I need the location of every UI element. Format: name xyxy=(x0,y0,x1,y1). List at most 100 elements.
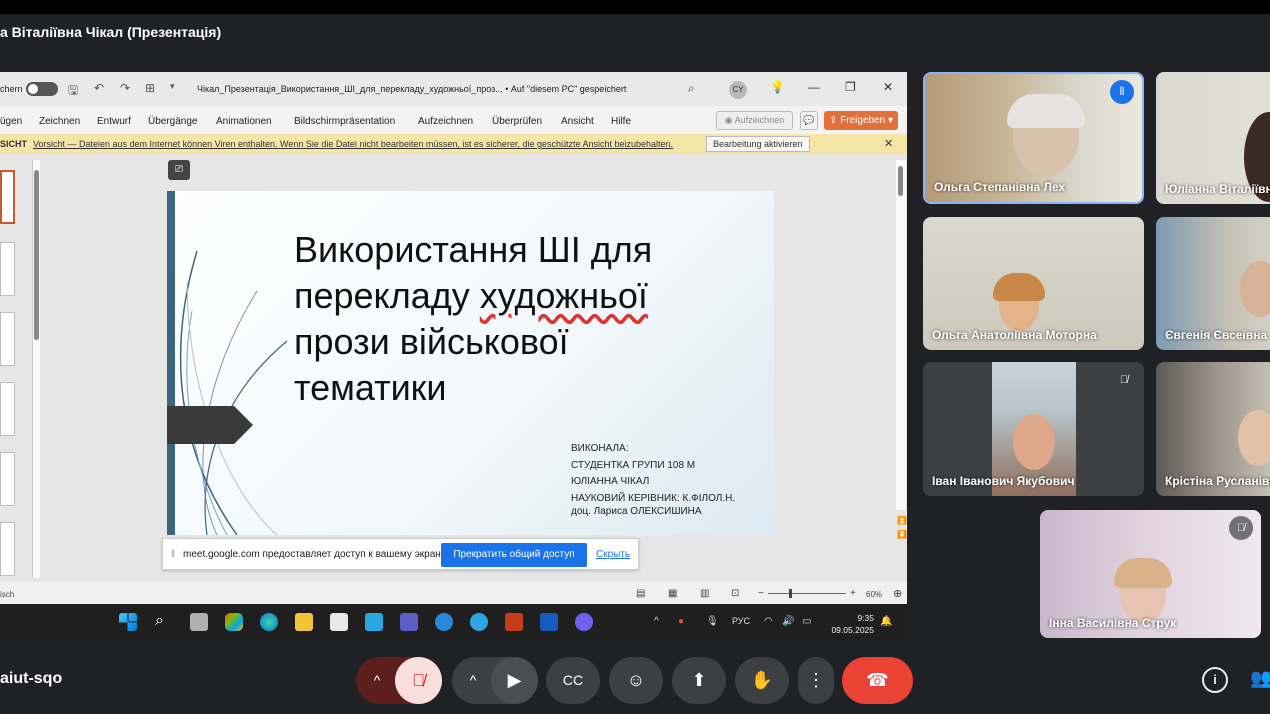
restore-icon[interactable]: ❐ xyxy=(845,80,856,94)
presenter-title: а Віталіївна Чікал (Презентація) xyxy=(0,24,222,40)
participant-tile[interactable]: Євгенія Євсеївна xyxy=(1156,217,1270,350)
windows-start-icon[interactable] xyxy=(119,613,137,631)
tab-help[interactable]: Hilfe xyxy=(611,116,631,127)
close-warning-icon[interactable]: ✕ xyxy=(884,137,893,150)
camera-options-chevron-icon[interactable]: ^ xyxy=(452,657,494,704)
camera-button[interactable]: ▶ xyxy=(491,657,538,704)
edge-icon[interactable] xyxy=(260,613,278,631)
search-icon[interactable]: ⌕ xyxy=(688,81,695,96)
word-icon[interactable] xyxy=(540,613,558,631)
undo-icon[interactable]: ↶ xyxy=(94,81,104,95)
collapse-icon[interactable]: ⎚ xyxy=(168,160,190,180)
slide-scrollbar[interactable] xyxy=(896,160,906,510)
slide-thumbnail[interactable] xyxy=(0,452,15,506)
wifi-icon[interactable]: ◠ xyxy=(764,616,773,627)
captions-button[interactable]: CC xyxy=(546,657,600,704)
keyboard-language[interactable]: РУС xyxy=(732,616,750,626)
powerpoint-icon[interactable] xyxy=(505,613,523,631)
prev-slide-icon[interactable]: ⏫ xyxy=(897,516,907,525)
slide-canvas[interactable]: Використання ШІ для перекладу художньої … xyxy=(167,191,774,535)
mic-options-chevron-icon[interactable]: ^ xyxy=(356,657,398,704)
hide-notice-link[interactable]: Скрыть xyxy=(596,549,630,560)
save-icon[interactable]: 🖫 xyxy=(68,81,78,102)
viber-icon[interactable] xyxy=(575,613,593,631)
slideshow-view-icon[interactable]: ⊡ xyxy=(731,588,739,599)
app-icon[interactable] xyxy=(365,613,383,631)
participant-tile[interactable]: Юліанна Віталіївна xyxy=(1156,72,1270,204)
warning-label: SICHT xyxy=(0,139,27,149)
slide-sorter-icon[interactable]: ▦ xyxy=(668,588,677,599)
enable-editing-button[interactable]: Bearbeitung aktivieren xyxy=(706,136,810,152)
stop-sharing-button[interactable]: Прекратить общий доступ xyxy=(441,543,587,567)
clock[interactable]: 9:35 09.05.2025 xyxy=(826,612,874,636)
customize-icon[interactable]: ▾ xyxy=(170,81,175,92)
drag-handle-icon[interactable]: ‖ xyxy=(171,549,175,560)
search-icon[interactable]: ⌕ xyxy=(155,612,164,630)
tab-animations[interactable]: Animationen xyxy=(216,116,272,127)
people-icon[interactable]: 👥 xyxy=(1250,668,1270,689)
telegram-icon[interactable] xyxy=(470,613,488,631)
thumbnail-scrollbar[interactable] xyxy=(32,160,40,578)
tab-view[interactable]: Ansicht xyxy=(561,116,594,127)
tab-review[interactable]: Überprüfen xyxy=(492,116,542,127)
store-icon[interactable] xyxy=(330,613,348,631)
present-icon[interactable]: ⊞ xyxy=(145,81,155,95)
meeting-info-button[interactable]: i xyxy=(1202,667,1228,693)
fit-slide-icon[interactable]: ⊕ xyxy=(893,587,902,600)
zoom-out-icon[interactable]: − xyxy=(758,588,764,599)
copilot-icon[interactable] xyxy=(225,613,243,631)
slide-thumbnail[interactable] xyxy=(0,242,15,296)
microphone-icon[interactable]: 🎙 xyxy=(706,616,719,627)
redo-icon[interactable]: ↷ xyxy=(120,81,130,95)
volume-icon[interactable]: 🔊 xyxy=(782,616,794,627)
autosave-toggle[interactable] xyxy=(26,82,58,96)
slide-thumbnail[interactable] xyxy=(0,522,15,576)
reading-view-icon[interactable]: ▥ xyxy=(700,588,709,599)
normal-view-icon[interactable]: ▤ xyxy=(636,588,645,599)
mic-off-icon: 🎙̸ xyxy=(1229,516,1253,540)
slide-thumbnail[interactable] xyxy=(0,170,15,224)
tab-record[interactable]: Aufzeichnen xyxy=(418,116,473,127)
next-slide-icon[interactable]: ⏬ xyxy=(897,530,907,539)
zoom-in-icon[interactable]: + xyxy=(850,588,856,599)
zoom-slider[interactable] xyxy=(768,593,846,594)
user-avatar[interactable]: CY xyxy=(729,81,747,99)
file-explorer-icon[interactable] xyxy=(295,613,313,631)
participant-tile[interactable]: Крістіна Русланівна xyxy=(1156,362,1270,496)
record-button[interactable]: ◉ Aufzeichnen xyxy=(716,111,793,130)
minimize-icon[interactable]: — xyxy=(808,80,820,94)
participant-tile[interactable]: Ольга Анатоліївна Моторна xyxy=(923,217,1144,350)
tab-insert[interactable]: ügen xyxy=(0,116,22,127)
participant-tile[interactable]: ⦀ Ольга Степанівна Лех xyxy=(923,72,1144,204)
emoji-button[interactable]: ☺ xyxy=(609,657,663,704)
notifications-icon[interactable]: 🔔 xyxy=(880,616,892,627)
participant-tile[interactable]: 🎙̸ Іван Іванович Якубович xyxy=(923,362,1144,496)
present-screen-button[interactable]: ⬆ xyxy=(672,657,726,704)
tab-draw[interactable]: Zeichnen xyxy=(39,116,80,127)
chevron-up-icon[interactable]: ^ xyxy=(654,616,659,627)
raise-hand-button[interactable]: ✋ xyxy=(735,657,789,704)
battery-icon[interactable]: ▭ xyxy=(802,616,811,627)
tab-transitions[interactable]: Übergänge xyxy=(148,116,197,127)
comment-icon[interactable]: 💬 xyxy=(800,111,818,130)
slide-thumbnail[interactable] xyxy=(0,312,15,366)
share-button[interactable]: ⇪ Freigeben ▾ xyxy=(824,111,898,130)
app-icon[interactable] xyxy=(435,613,453,631)
participant-tile-self[interactable]: 🎙̸ Інна Василівна Струк xyxy=(1040,510,1261,638)
warning-text[interactable]: Vorsicht — Dateien aus dem Internet könn… xyxy=(33,139,673,149)
record-button-label: Aufzeichnen xyxy=(734,115,785,125)
teams-icon[interactable] xyxy=(400,613,418,631)
tab-slideshow[interactable]: Bildschirmpräsentation xyxy=(294,116,395,127)
zoom-level[interactable]: 60% xyxy=(866,590,882,599)
task-view-icon[interactable] xyxy=(190,613,208,631)
end-call-button[interactable]: ☎ xyxy=(842,657,913,704)
tab-design[interactable]: Entwurf xyxy=(97,116,131,127)
close-icon[interactable]: ✕ xyxy=(883,80,893,94)
zoom-slider-thumb[interactable] xyxy=(789,589,792,598)
more-options-button[interactable]: ⋮ xyxy=(798,657,834,704)
slide-title-line: тематики xyxy=(294,367,447,408)
cloud-icon[interactable]: ● xyxy=(678,616,684,627)
mic-off-button[interactable]: 🎙̸ xyxy=(395,657,442,704)
slide-thumbnail[interactable] xyxy=(0,382,15,436)
lightbulb-icon[interactable]: 💡 xyxy=(770,80,785,94)
